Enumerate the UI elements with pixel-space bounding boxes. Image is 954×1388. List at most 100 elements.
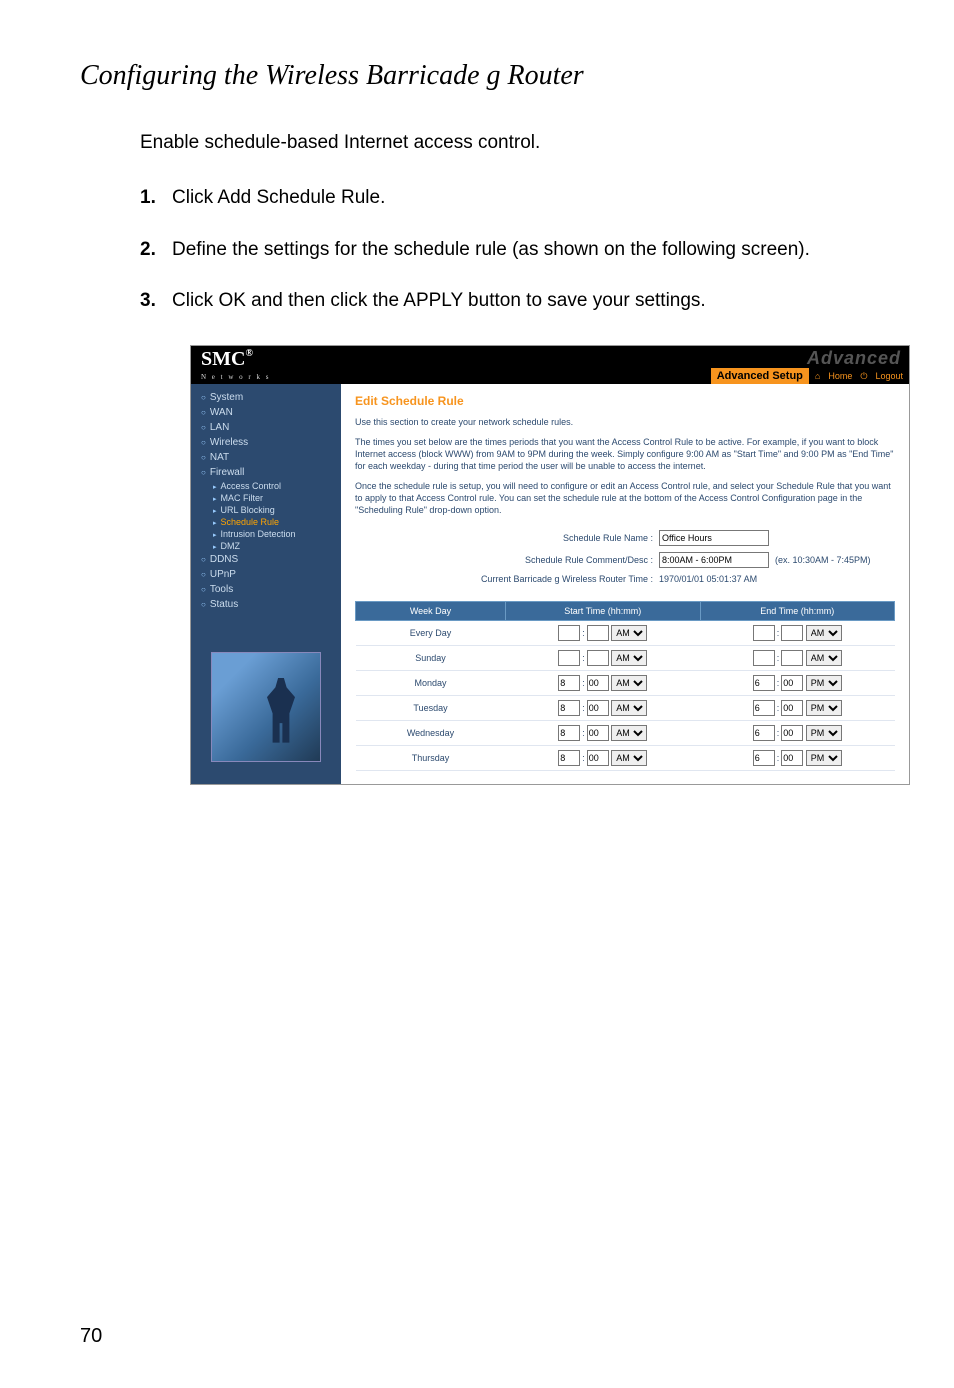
- colon: :: [582, 653, 585, 663]
- start-time-cell: : AM: [506, 695, 701, 720]
- step-3: 3. Click OK and then click the APPLY but…: [140, 287, 874, 315]
- nav-lan[interactable]: LAN: [191, 420, 341, 435]
- start-time-cell: : AM: [506, 620, 701, 645]
- nav-status[interactable]: Status: [191, 597, 341, 612]
- nav-access-control[interactable]: Access Control: [191, 480, 341, 492]
- start-time-hour-input[interactable]: [558, 750, 580, 766]
- rule-name-input[interactable]: [659, 530, 769, 546]
- start-time-cell: : AM: [506, 745, 701, 770]
- end-time-ampm-select[interactable]: PM: [806, 700, 842, 716]
- day-label: Monday: [356, 670, 506, 695]
- end-time-minute-input[interactable]: [781, 700, 803, 716]
- colon: :: [777, 728, 780, 738]
- start-time-minute-input[interactable]: [587, 650, 609, 666]
- step-1: 1. Click Add Schedule Rule.: [140, 184, 874, 212]
- sidebar-illustration: [211, 652, 321, 762]
- start-time-minute-input[interactable]: [587, 725, 609, 741]
- sidebar-nav: System WAN LAN Wireless NAT Firewall Acc…: [191, 384, 341, 784]
- start-time-cell: : AM: [506, 720, 701, 745]
- end-time-minute-input[interactable]: [781, 675, 803, 691]
- colon: :: [582, 628, 585, 638]
- logout-link[interactable]: Logout: [875, 371, 903, 381]
- end-time-cell: : PM: [700, 720, 895, 745]
- nav-wireless[interactable]: Wireless: [191, 435, 341, 450]
- start-time-minute-input[interactable]: [587, 700, 609, 716]
- end-time-ampm-select[interactable]: AM: [806, 650, 842, 666]
- start-time-ampm-select[interactable]: AM: [611, 650, 647, 666]
- page-title: Configuring the Wireless Barricade g Rou…: [80, 60, 874, 92]
- intro-text: Enable schedule-based Internet access co…: [140, 132, 874, 154]
- nav-schedule-rule[interactable]: Schedule Rule: [191, 516, 341, 528]
- end-time-minute-input[interactable]: [781, 725, 803, 741]
- step-2: 2. Define the settings for the schedule …: [140, 236, 874, 264]
- start-time-hour-input[interactable]: [558, 675, 580, 691]
- end-time-hour-input[interactable]: [753, 750, 775, 766]
- start-time-ampm-select[interactable]: AM: [611, 700, 647, 716]
- step-num: 3.: [140, 287, 172, 315]
- start-time-minute-input[interactable]: [587, 750, 609, 766]
- banner-ghost-text: Advanced: [807, 348, 901, 369]
- start-time-minute-input[interactable]: [587, 675, 609, 691]
- start-time-hour-input[interactable]: [558, 700, 580, 716]
- table-row: Thursday: AM: PM: [356, 745, 895, 770]
- colon: :: [582, 728, 585, 738]
- start-time-minute-input[interactable]: [587, 625, 609, 641]
- end-time-minute-input[interactable]: [781, 650, 803, 666]
- day-label: Tuesday: [356, 695, 506, 720]
- end-time-ampm-select[interactable]: PM: [806, 725, 842, 741]
- end-time-hour-input[interactable]: [753, 625, 775, 641]
- colon: :: [582, 678, 585, 688]
- nav-upnp[interactable]: UPnP: [191, 567, 341, 582]
- end-time-minute-input[interactable]: [781, 750, 803, 766]
- page-number: 70: [80, 1325, 102, 1348]
- end-time-ampm-select[interactable]: PM: [806, 750, 842, 766]
- table-row: Tuesday: AM: PM: [356, 695, 895, 720]
- start-time-hour-input[interactable]: [558, 625, 580, 641]
- end-time-cell: : PM: [700, 670, 895, 695]
- colon: :: [777, 628, 780, 638]
- step-num: 1.: [140, 184, 172, 212]
- nav-firewall[interactable]: Firewall: [191, 465, 341, 480]
- advanced-setup-label: Advanced Setup: [711, 368, 809, 384]
- start-time-hour-input[interactable]: [558, 650, 580, 666]
- nav-dmz[interactable]: DMZ: [191, 540, 341, 552]
- start-time-ampm-select[interactable]: AM: [611, 625, 647, 641]
- col-end: End Time (hh:mm): [700, 601, 895, 620]
- end-time-ampm-select[interactable]: PM: [806, 675, 842, 691]
- end-time-hour-input[interactable]: [753, 700, 775, 716]
- end-time-ampm-select[interactable]: AM: [806, 625, 842, 641]
- table-row: Sunday: AM: AM: [356, 645, 895, 670]
- nav-intrusion-detection[interactable]: Intrusion Detection: [191, 528, 341, 540]
- col-weekday: Week Day: [356, 601, 506, 620]
- nav-mac-filter[interactable]: MAC Filter: [191, 492, 341, 504]
- day-label: Thursday: [356, 745, 506, 770]
- end-time-minute-input[interactable]: [781, 625, 803, 641]
- end-time-cell: : PM: [700, 745, 895, 770]
- start-time-ampm-select[interactable]: AM: [611, 750, 647, 766]
- content-p2: The times you set below are the times pe…: [355, 436, 895, 472]
- rule-comment-input[interactable]: [659, 552, 769, 568]
- content-heading: Edit Schedule Rule: [355, 394, 895, 408]
- current-time-value: 1970/01/01 05:01:37 AM: [659, 574, 859, 584]
- nav-tools[interactable]: Tools: [191, 582, 341, 597]
- start-time-ampm-select[interactable]: AM: [611, 675, 647, 691]
- nav-url-blocking[interactable]: URL Blocking: [191, 504, 341, 516]
- nav-system[interactable]: System: [191, 390, 341, 405]
- colon: :: [777, 703, 780, 713]
- start-time-ampm-select[interactable]: AM: [611, 725, 647, 741]
- end-time-hour-input[interactable]: [753, 675, 775, 691]
- end-time-cell: : AM: [700, 645, 895, 670]
- schedule-table: Week Day Start Time (hh:mm) End Time (hh…: [355, 601, 895, 771]
- nav-nat[interactable]: NAT: [191, 450, 341, 465]
- start-time-hour-input[interactable]: [558, 725, 580, 741]
- nav-wan[interactable]: WAN: [191, 405, 341, 420]
- end-time-hour-input[interactable]: [753, 725, 775, 741]
- end-time-hour-input[interactable]: [753, 650, 775, 666]
- home-icon: ⌂: [815, 371, 820, 381]
- nav-ddns[interactable]: DDNS: [191, 552, 341, 567]
- content-p3: Once the schedule rule is setup, you wil…: [355, 480, 895, 516]
- home-link[interactable]: Home: [828, 371, 852, 381]
- table-row: Every Day: AM: AM: [356, 620, 895, 645]
- colon: :: [777, 753, 780, 763]
- day-label: Sunday: [356, 645, 506, 670]
